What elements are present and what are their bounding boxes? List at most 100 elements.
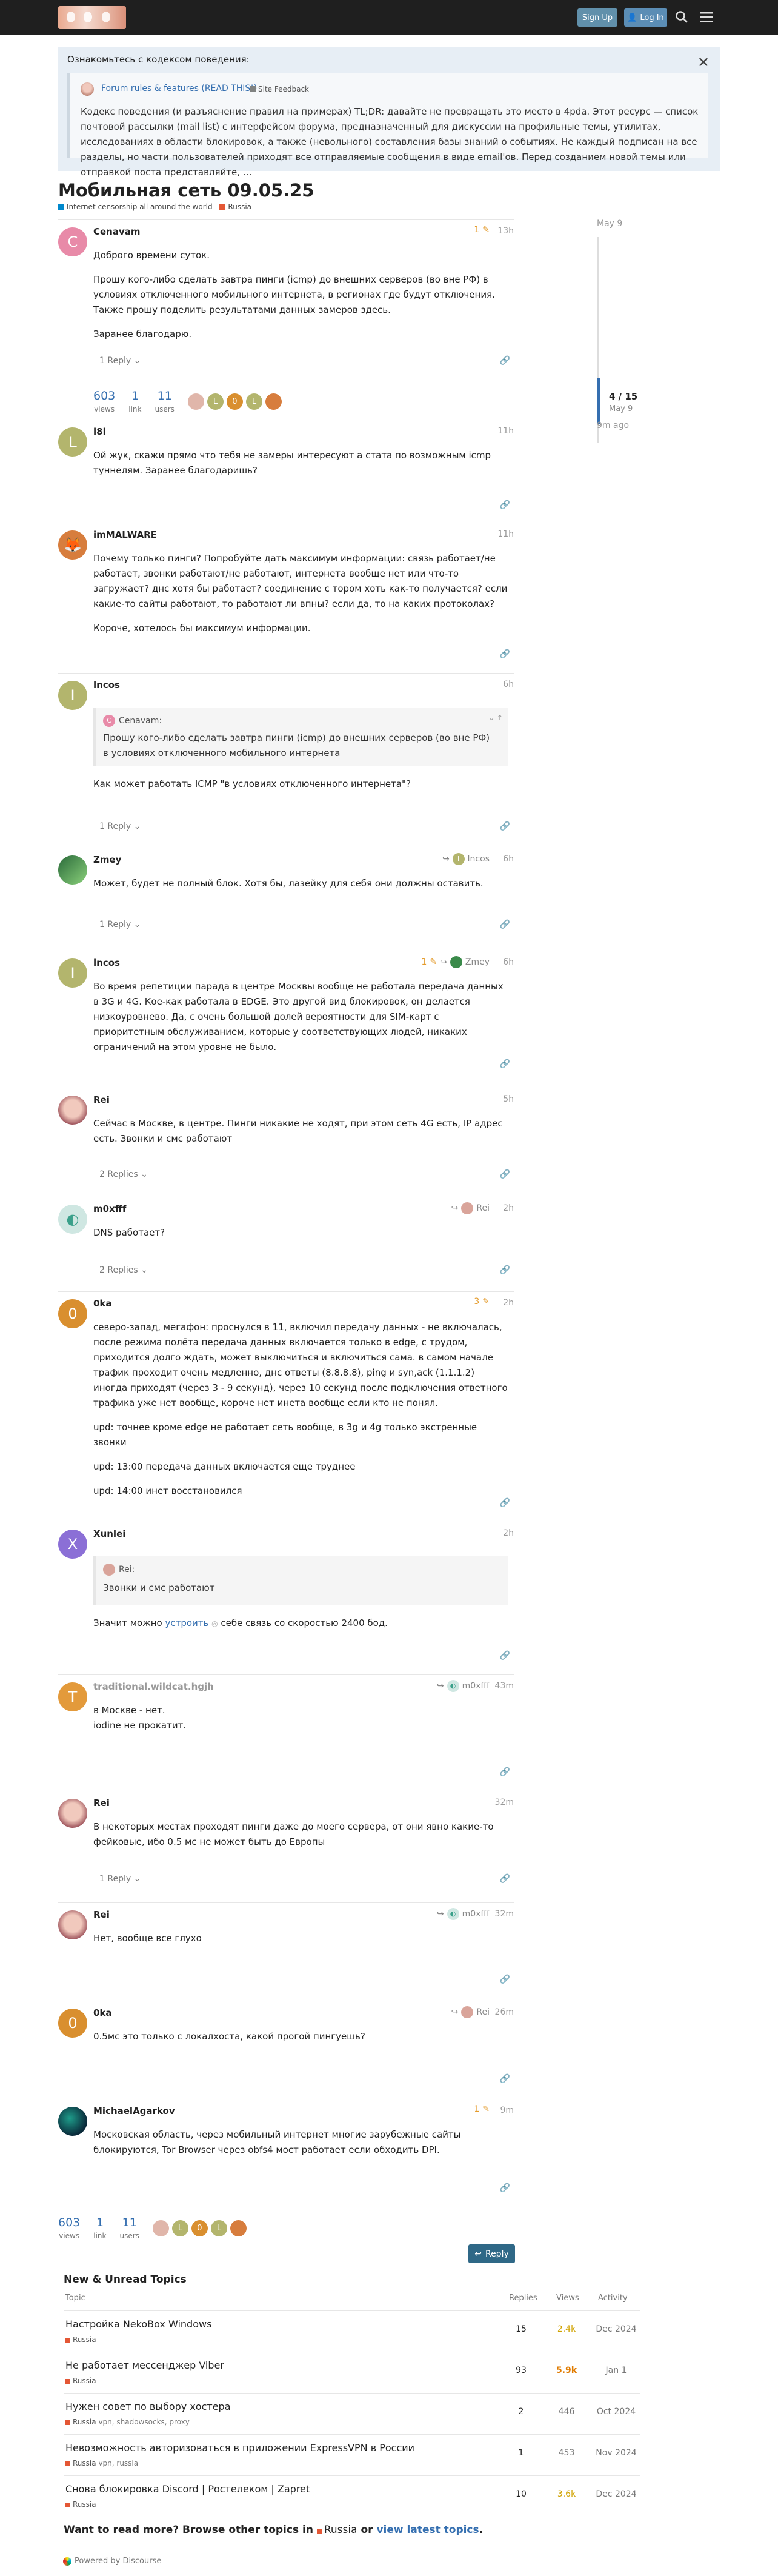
replies-toggle[interactable]: 2 Replies ⌄	[99, 1169, 148, 1179]
post-date[interactable]: 5h	[503, 1094, 514, 1104]
avatar[interactable]	[58, 1910, 87, 1939]
reply-to-indicator[interactable]: ↪ ◐ m0xfff	[437, 1680, 490, 1692]
table-row[interactable]: Невозможность авторизоваться в приложени…	[64, 2434, 640, 2475]
post-author[interactable]: Cenavam	[93, 226, 141, 237]
avatar[interactable]: I	[58, 958, 87, 988]
post-edit-indicator[interactable]: 3 ✎	[474, 1297, 490, 1306]
reply-to-indicator[interactable]: ↪ Rei	[451, 1202, 490, 1214]
topic-link[interactable]: Невозможность авторизоваться в приложени…	[65, 2442, 414, 2454]
avatar[interactable]	[58, 1096, 87, 1125]
post-date[interactable]: 43m	[495, 1681, 514, 1691]
link-icon[interactable]: 🔗	[500, 1059, 510, 1069]
link-icon[interactable]: 🔗	[500, 1265, 510, 1275]
link-icon[interactable]: 🔗	[500, 821, 510, 831]
avatar[interactable]: L	[58, 427, 87, 457]
category-badge-global[interactable]: Internet censorship all around the world	[58, 202, 213, 211]
avatar[interactable]	[58, 1799, 87, 1828]
post-date[interactable]: 9m	[500, 2106, 514, 2115]
banner-link[interactable]: Forum rules & features (READ THIS!)	[101, 84, 257, 93]
avatar[interactable]: L	[210, 2220, 227, 2236]
avatar[interactable]	[58, 855, 87, 885]
column-header-replies[interactable]: Replies	[509, 2293, 537, 2303]
avatar[interactable]: X	[58, 1530, 87, 1559]
avatar[interactable]: 0	[226, 393, 243, 410]
link-icon[interactable]: 🔗	[500, 649, 510, 659]
avatar[interactable]	[152, 2220, 169, 2236]
reply-button[interactable]: ↩ Reply	[468, 2244, 515, 2263]
post-author[interactable]: Rei	[93, 1094, 110, 1105]
column-header-topic[interactable]: Topic	[65, 2293, 85, 2303]
link-icon[interactable]: 🔗	[500, 1498, 510, 1508]
post-date[interactable]: 32m	[495, 1909, 514, 1919]
timeline-handle[interactable]	[597, 378, 600, 424]
post-date[interactable]: 6h	[503, 854, 514, 864]
avatar[interactable]: C	[58, 227, 87, 256]
table-row[interactable]: Не работает мессенджер Viber Russia 93 5…	[64, 2352, 640, 2393]
avatar[interactable]: T	[58, 1682, 87, 1711]
post-author[interactable]: Rei	[93, 1798, 110, 1808]
link-icon[interactable]: 🔗	[500, 1651, 510, 1661]
link-icon[interactable]: 🔗	[500, 2183, 510, 2193]
avatar[interactable]: L	[171, 2220, 188, 2236]
link-icon[interactable]: 🔗	[500, 500, 510, 510]
avatar[interactable]: 0	[58, 2009, 87, 2038]
avatar[interactable]: 0	[191, 2220, 208, 2236]
avatar[interactable]	[58, 2107, 87, 2136]
post-link[interactable]: устроить	[165, 1618, 209, 1628]
banner-category[interactable]: Site Feedback	[250, 85, 309, 93]
avatar[interactable]	[230, 2220, 247, 2236]
login-button[interactable]: 👤 Log In	[624, 8, 667, 27]
post-meta[interactable]: 1 ✎ ↪ Zmey	[421, 956, 490, 968]
link-icon[interactable]: 🔗	[500, 356, 510, 366]
topic-link[interactable]: Снова блокировка Discord | Ростелеком | …	[65, 2483, 310, 2495]
post-author[interactable]: lncos	[93, 680, 120, 691]
post-date[interactable]: 6h	[503, 957, 514, 967]
post-date[interactable]: 13h	[497, 226, 514, 236]
column-header-activity[interactable]: Activity	[598, 2293, 628, 2303]
table-row[interactable]: Снова блокировка Discord | Ростелеком | …	[64, 2475, 640, 2517]
post-author[interactable]: Xunlei	[93, 1528, 125, 1539]
column-header-views[interactable]: Views	[556, 2293, 579, 2303]
reply-to-indicator[interactable]: ↪ Rei	[451, 2006, 490, 2018]
post-author[interactable]: 0ka	[93, 1298, 112, 1309]
reply-to-indicator[interactable]: ↪ ◐ m0xfff	[437, 1908, 490, 1920]
replies-toggle[interactable]: 1 Reply ⌄	[99, 356, 141, 366]
post-edit-indicator[interactable]: 1 ✎	[474, 225, 490, 235]
post-date[interactable]: 2h	[503, 1298, 514, 1308]
site-logo[interactable]	[58, 6, 126, 29]
avatar[interactable]: L	[207, 393, 224, 410]
search-icon[interactable]	[673, 8, 691, 26]
post-author[interactable]: 0ka	[93, 2007, 112, 2018]
post-author[interactable]: m0xfff	[93, 1203, 126, 1214]
topic-link[interactable]: Нужен совет по выбору хостера	[65, 2401, 231, 2412]
category-link[interactable]: Russia	[324, 2524, 357, 2536]
avatar[interactable]: ◐	[58, 1205, 87, 1234]
expand-quote-icon[interactable]: ⌄ ↑	[488, 714, 503, 722]
avatar[interactable]: 🦊	[58, 530, 87, 560]
replies-toggle[interactable]: 2 Replies ⌄	[99, 1265, 148, 1275]
post-edit-indicator[interactable]: 1 ✎	[474, 2104, 490, 2114]
replies-toggle[interactable]: 1 Reply ⌄	[99, 920, 141, 929]
link-icon[interactable]: 🔗	[500, 1975, 510, 1984]
topic-link[interactable]: Не работает мессенджер Viber	[65, 2360, 224, 2371]
post-date[interactable]: 2h	[503, 1203, 514, 1213]
avatar[interactable]: L	[245, 393, 262, 410]
post-author[interactable]: l8l	[93, 426, 106, 437]
hamburger-menu-icon[interactable]	[697, 8, 716, 26]
reply-to-indicator[interactable]: ↪ Ilncos	[442, 853, 490, 865]
signup-button[interactable]: Sign Up	[577, 8, 617, 27]
post-author[interactable]: traditional.wildcat.hgjh	[93, 1681, 214, 1692]
topic-title[interactable]: Мобильная сеть 09.05.25	[58, 180, 314, 201]
link-icon[interactable]: 🔗	[500, 1169, 510, 1179]
post-author[interactable]: MichaelAgarkov	[93, 2106, 175, 2116]
topic-link[interactable]: Настройка NekoBox Windows	[65, 2318, 211, 2330]
post-date[interactable]: 2h	[503, 1528, 514, 1538]
link-icon[interactable]: 🔗	[500, 2074, 510, 2084]
table-row[interactable]: Настройка NekoBox Windows Russia 15 2.4k…	[64, 2310, 640, 2352]
link-icon[interactable]: 🔗	[500, 1874, 510, 1884]
avatar[interactable]	[187, 393, 204, 410]
post-author[interactable]: Rei	[93, 1909, 110, 1920]
post-author[interactable]: lncos	[93, 957, 120, 968]
replies-toggle[interactable]: 1 Reply ⌄	[99, 1874, 141, 1884]
replies-toggle[interactable]: 1 Reply ⌄	[99, 821, 141, 831]
